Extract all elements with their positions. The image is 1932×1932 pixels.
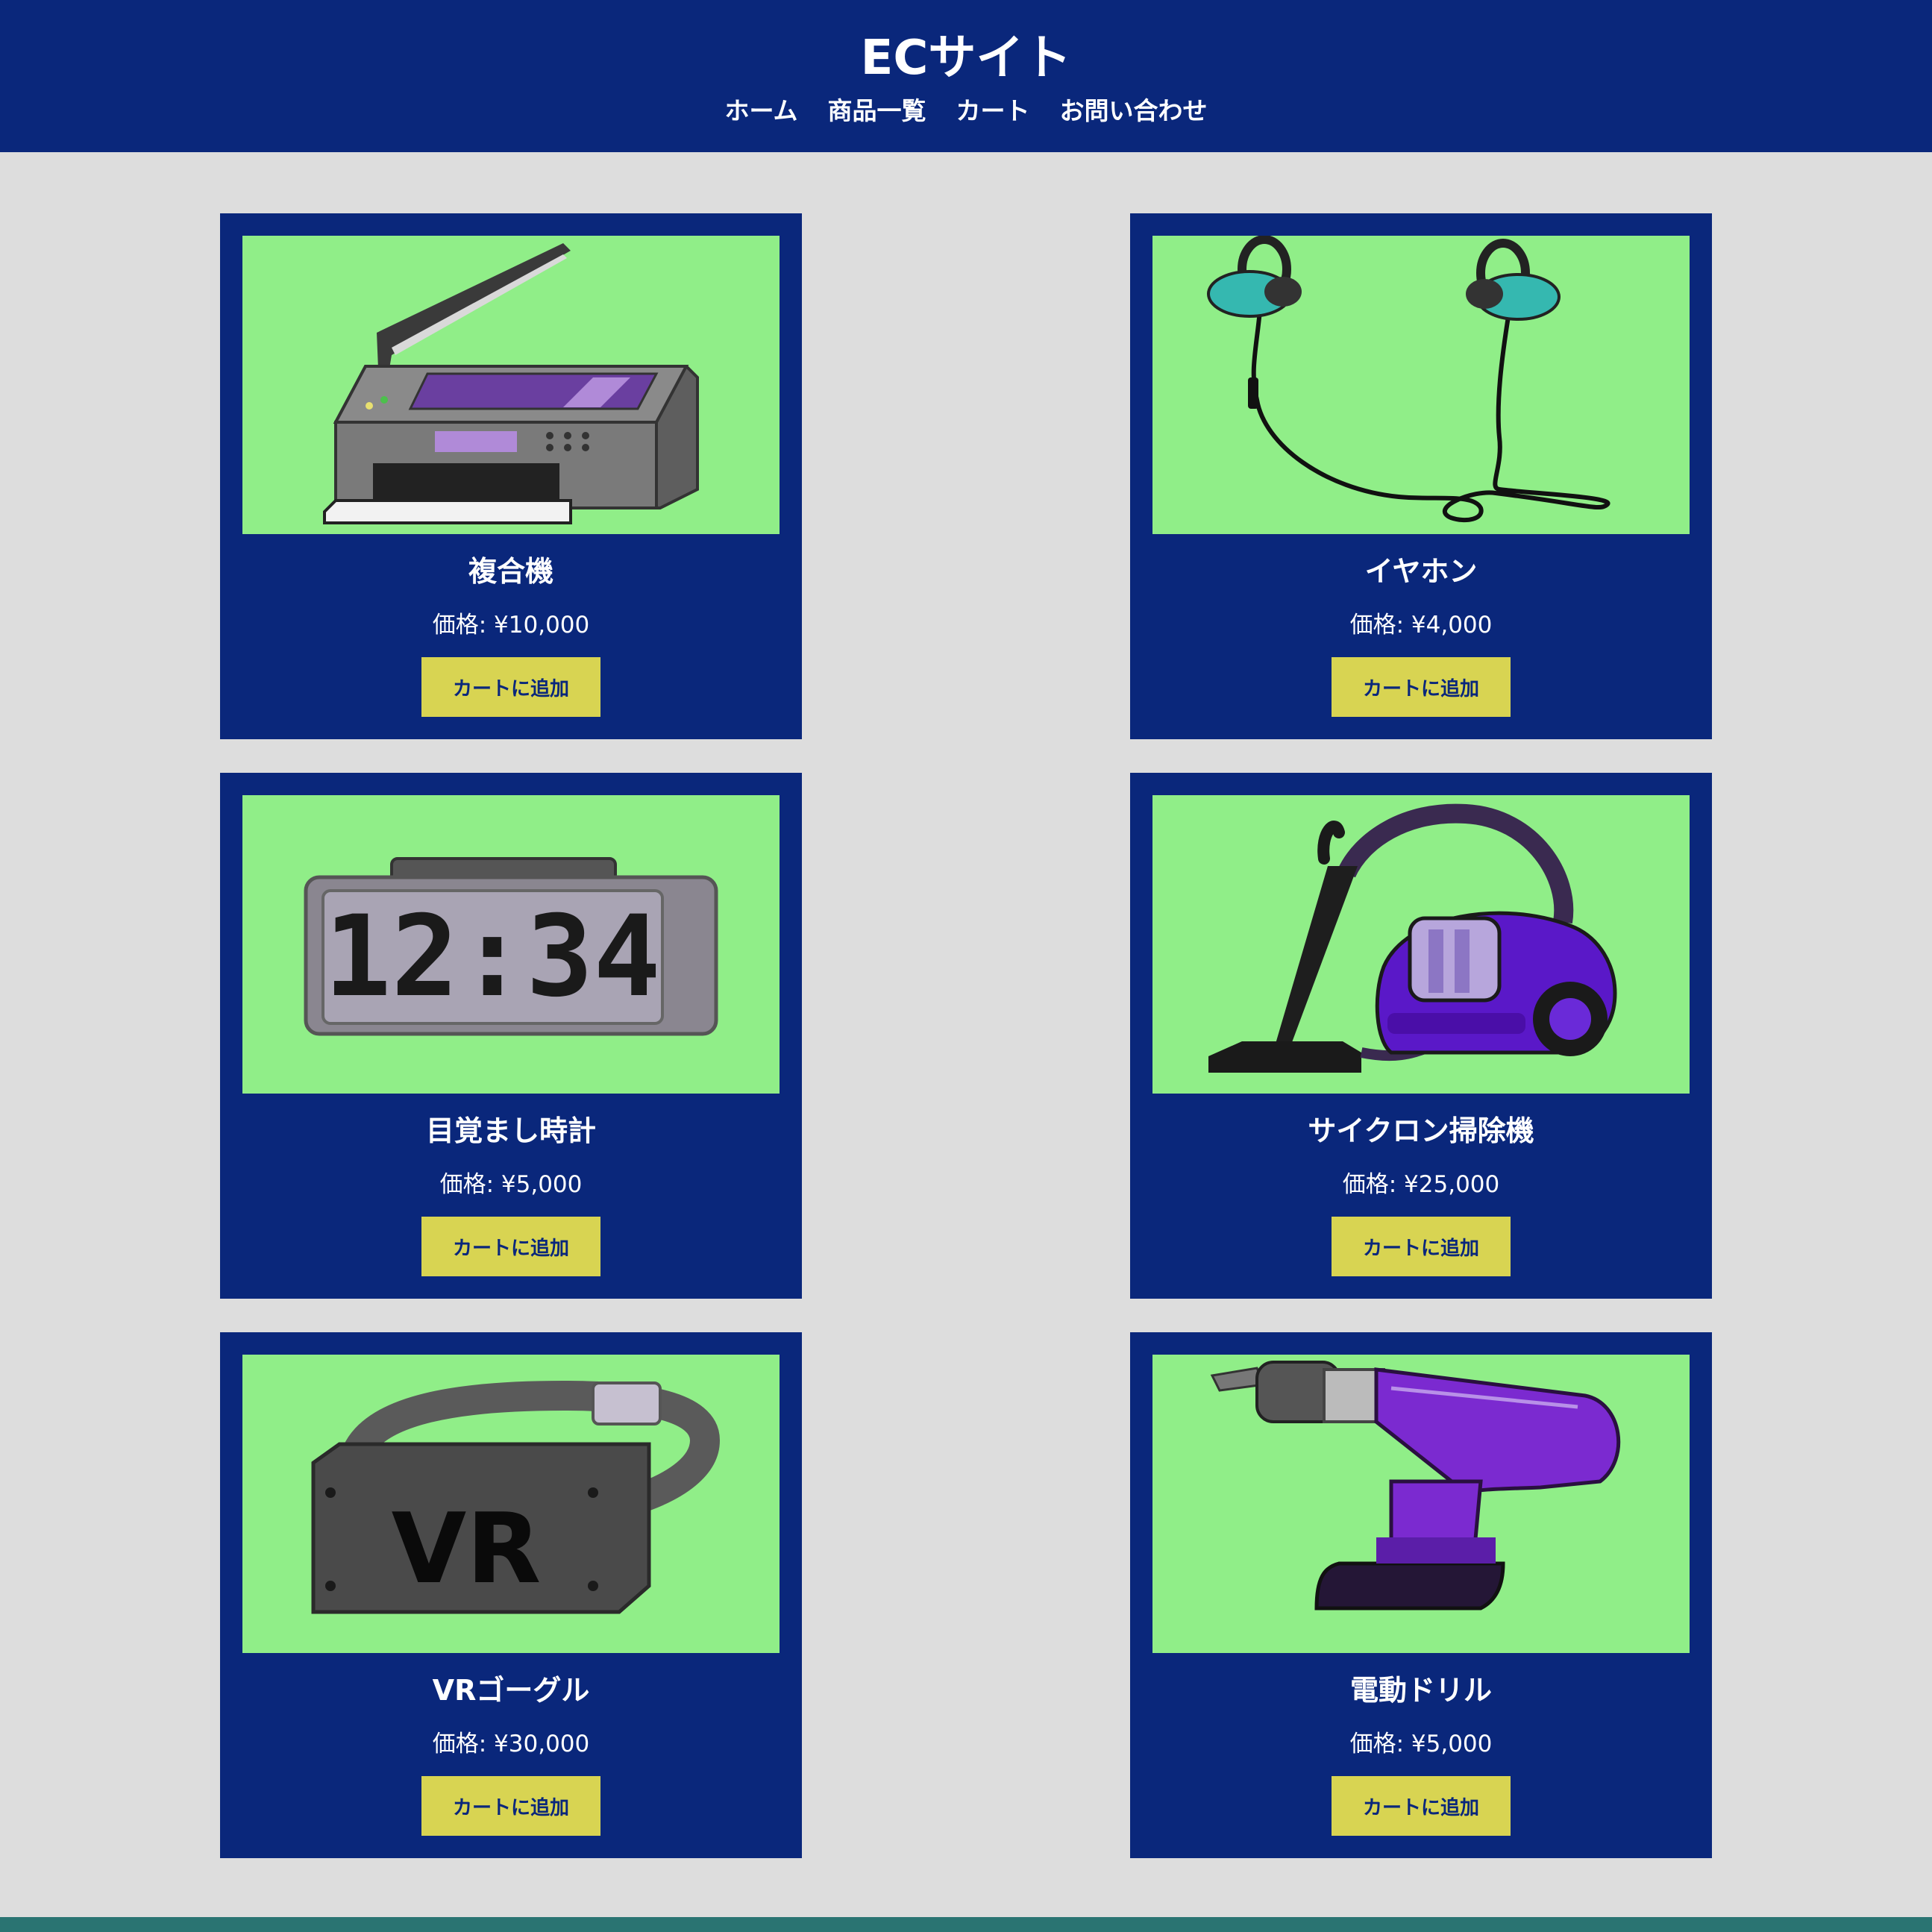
product-image: [1152, 1355, 1690, 1653]
product-card: イヤホン 価格: ¥4,000 カートに追加: [1130, 213, 1712, 739]
product-grid: 複合機 価格: ¥10,000 カートに追加 イヤホン 価格: ¥4,000 カ…: [220, 213, 1712, 1858]
nav-products-link[interactable]: 商品一覧: [828, 93, 926, 129]
add-to-cart-button[interactable]: カートに追加: [421, 1217, 600, 1276]
product-name: 目覚まし時計: [425, 1114, 596, 1147]
electric-drill-icon: [1210, 1361, 1621, 1610]
product-price: 価格: ¥5,000: [439, 1171, 583, 1198]
product-price: 価格: ¥10,000: [432, 612, 590, 639]
add-to-cart-button[interactable]: カートに追加: [1332, 657, 1511, 717]
product-name: 電動ドリル: [1349, 1674, 1492, 1707]
add-to-cart-button[interactable]: カートに追加: [1332, 1217, 1511, 1276]
main-nav: ホーム 商品一覧 カート お問い合わせ: [0, 93, 1932, 129]
product-image: [1152, 795, 1690, 1094]
earphones-icon: [1207, 236, 1610, 523]
add-to-cart-button[interactable]: カートに追加: [1332, 1776, 1511, 1836]
product-name: イヤホン: [1364, 555, 1478, 588]
product-price: 価格: ¥5,000: [1349, 1731, 1493, 1757]
clock-display-text: 12:34: [324, 892, 661, 1022]
product-price: 価格: ¥30,000: [432, 1731, 590, 1757]
alarm-clock-icon: 12:34: [304, 857, 718, 1036]
product-card: VR VRゴーグル 価格: ¥30,000 カートに追加: [220, 1332, 802, 1858]
product-price: 価格: ¥4,000: [1349, 612, 1493, 639]
vacuum-cleaner-icon: [1208, 803, 1617, 1073]
product-card: 12:34 目覚まし時計 価格: ¥5,000 カートに追加: [220, 773, 802, 1299]
product-image: [242, 236, 780, 534]
nav-cart-link[interactable]: カート: [956, 93, 1030, 129]
product-image: [1152, 236, 1690, 534]
vr-goggles-icon: VR: [311, 1380, 721, 1614]
footer-strip: [0, 1917, 1932, 1932]
product-name: 複合機: [468, 555, 553, 588]
add-to-cart-button[interactable]: カートに追加: [421, 657, 600, 717]
printer-icon: [323, 243, 699, 524]
nav-contact-link[interactable]: お問い合わせ: [1060, 93, 1208, 129]
product-card: 電動ドリル 価格: ¥5,000 カートに追加: [1130, 1332, 1712, 1858]
product-name: VRゴーグル: [432, 1674, 590, 1707]
product-card: サイクロン掃除機 価格: ¥25,000 カートに追加: [1130, 773, 1712, 1299]
nav-home-link[interactable]: ホーム: [724, 93, 797, 129]
product-name: サイクロン掃除機: [1308, 1114, 1534, 1147]
add-to-cart-button[interactable]: カートに追加: [421, 1776, 600, 1836]
product-price: 価格: ¥25,000: [1342, 1171, 1500, 1198]
goggle-label-text: VR: [392, 1492, 542, 1605]
site-title: ECサイト: [860, 31, 1072, 86]
product-image: VR: [242, 1355, 780, 1653]
product-card: 複合機 価格: ¥10,000 カートに追加: [220, 213, 802, 739]
product-image: 12:34: [242, 795, 780, 1094]
site-header: ECサイト ホーム 商品一覧 カート お問い合わせ: [0, 0, 1932, 152]
